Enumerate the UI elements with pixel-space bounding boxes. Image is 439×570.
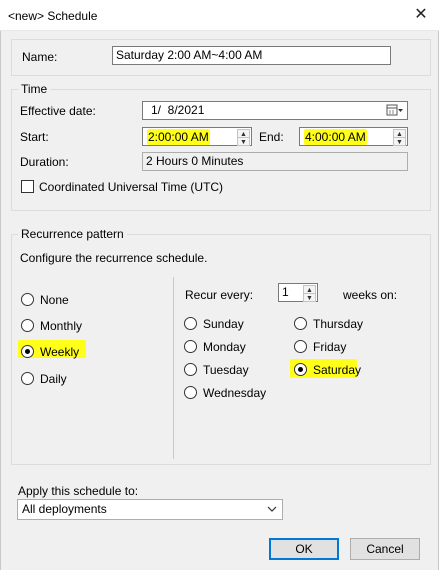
title-bar: <new> Schedule ✕: [0, 0, 439, 31]
radio-saturday[interactable]: [294, 363, 307, 376]
effective-date-value: 1/ 8/2021: [151, 103, 205, 117]
recur-every-label: Recur every:: [185, 288, 254, 302]
pattern-label-monthly[interactable]: Monthly: [40, 319, 82, 333]
radio-wednesday[interactable]: [184, 386, 197, 399]
end-time-value: 4:00:00 AM: [304, 129, 367, 145]
apply-to-label: Apply this schedule to:: [18, 484, 139, 498]
utc-label[interactable]: Coordinated Universal Time (UTC): [39, 180, 223, 194]
ok-button[interactable]: OK: [269, 538, 339, 560]
effective-date-picker[interactable]: 1/ 8/2021: [142, 101, 408, 120]
pattern-separator: [173, 277, 174, 459]
end-time-spinner[interactable]: ▲ ▼: [393, 129, 406, 146]
effective-date-label: Effective date:: [20, 104, 96, 118]
radio-daily[interactable]: [21, 372, 34, 385]
apply-to-select[interactable]: All deployments: [17, 499, 283, 520]
start-time-value: 2:00:00 AM: [147, 129, 210, 145]
recurrence-legend: Recurrence pattern: [18, 227, 127, 241]
spin-down-icon[interactable]: ▼: [393, 137, 406, 146]
end-label: End:: [259, 130, 284, 144]
radio-monday[interactable]: [184, 340, 197, 353]
name-label: Name:: [22, 50, 58, 64]
radio-monthly[interactable]: [21, 319, 34, 332]
day-label-wednesday[interactable]: Wednesday: [203, 386, 266, 400]
pattern-label-weekly[interactable]: Weekly: [40, 345, 79, 359]
recur-every-input[interactable]: 1 ▲ ▼: [278, 283, 318, 302]
recur-every-value: 1: [282, 285, 289, 299]
close-icon[interactable]: ✕: [411, 5, 431, 25]
utc-checkbox[interactable]: [21, 180, 34, 193]
duration-field: 2 Hours 0 Minutes: [142, 152, 408, 171]
time-legend: Time: [18, 82, 51, 96]
radio-sunday[interactable]: [184, 317, 197, 330]
spin-down-icon[interactable]: ▼: [303, 293, 316, 302]
day-label-friday[interactable]: Friday: [313, 340, 346, 354]
day-label-saturday[interactable]: Saturday: [313, 363, 361, 377]
cancel-button[interactable]: Cancel: [350, 538, 420, 560]
recurrence-description: Configure the recurrence schedule.: [20, 251, 208, 265]
apply-to-value: All deployments: [22, 502, 107, 516]
radio-friday[interactable]: [294, 340, 307, 353]
name-input[interactable]: Saturday 2:00 AM~4:00 AM: [112, 46, 391, 65]
radio-thursday[interactable]: [294, 317, 307, 330]
duration-label: Duration:: [20, 155, 69, 169]
chevron-down-icon: [267, 500, 277, 525]
day-label-sunday[interactable]: Sunday: [203, 317, 244, 331]
calendar-icon[interactable]: [386, 103, 404, 118]
day-label-thursday[interactable]: Thursday: [313, 317, 363, 331]
recur-every-spinner[interactable]: ▲ ▼: [303, 285, 316, 302]
radio-tuesday[interactable]: [184, 363, 197, 376]
radio-none[interactable]: [21, 293, 34, 306]
pattern-label-daily[interactable]: Daily: [40, 372, 67, 386]
start-time-spinner[interactable]: ▲ ▼: [237, 129, 250, 146]
end-time-input[interactable]: 4:00:00 AM ▲ ▼: [299, 127, 408, 146]
window-title: <new> Schedule: [8, 9, 98, 23]
day-label-monday[interactable]: Monday: [203, 340, 246, 354]
start-label: Start:: [20, 130, 49, 144]
radio-weekly[interactable]: [21, 345, 34, 358]
pattern-label-none[interactable]: None: [40, 293, 69, 307]
weeks-on-label: weeks on:: [343, 288, 398, 302]
day-label-tuesday[interactable]: Tuesday: [203, 363, 249, 377]
spin-down-icon[interactable]: ▼: [237, 137, 250, 146]
start-time-input[interactable]: 2:00:00 AM ▲ ▼: [142, 127, 252, 146]
